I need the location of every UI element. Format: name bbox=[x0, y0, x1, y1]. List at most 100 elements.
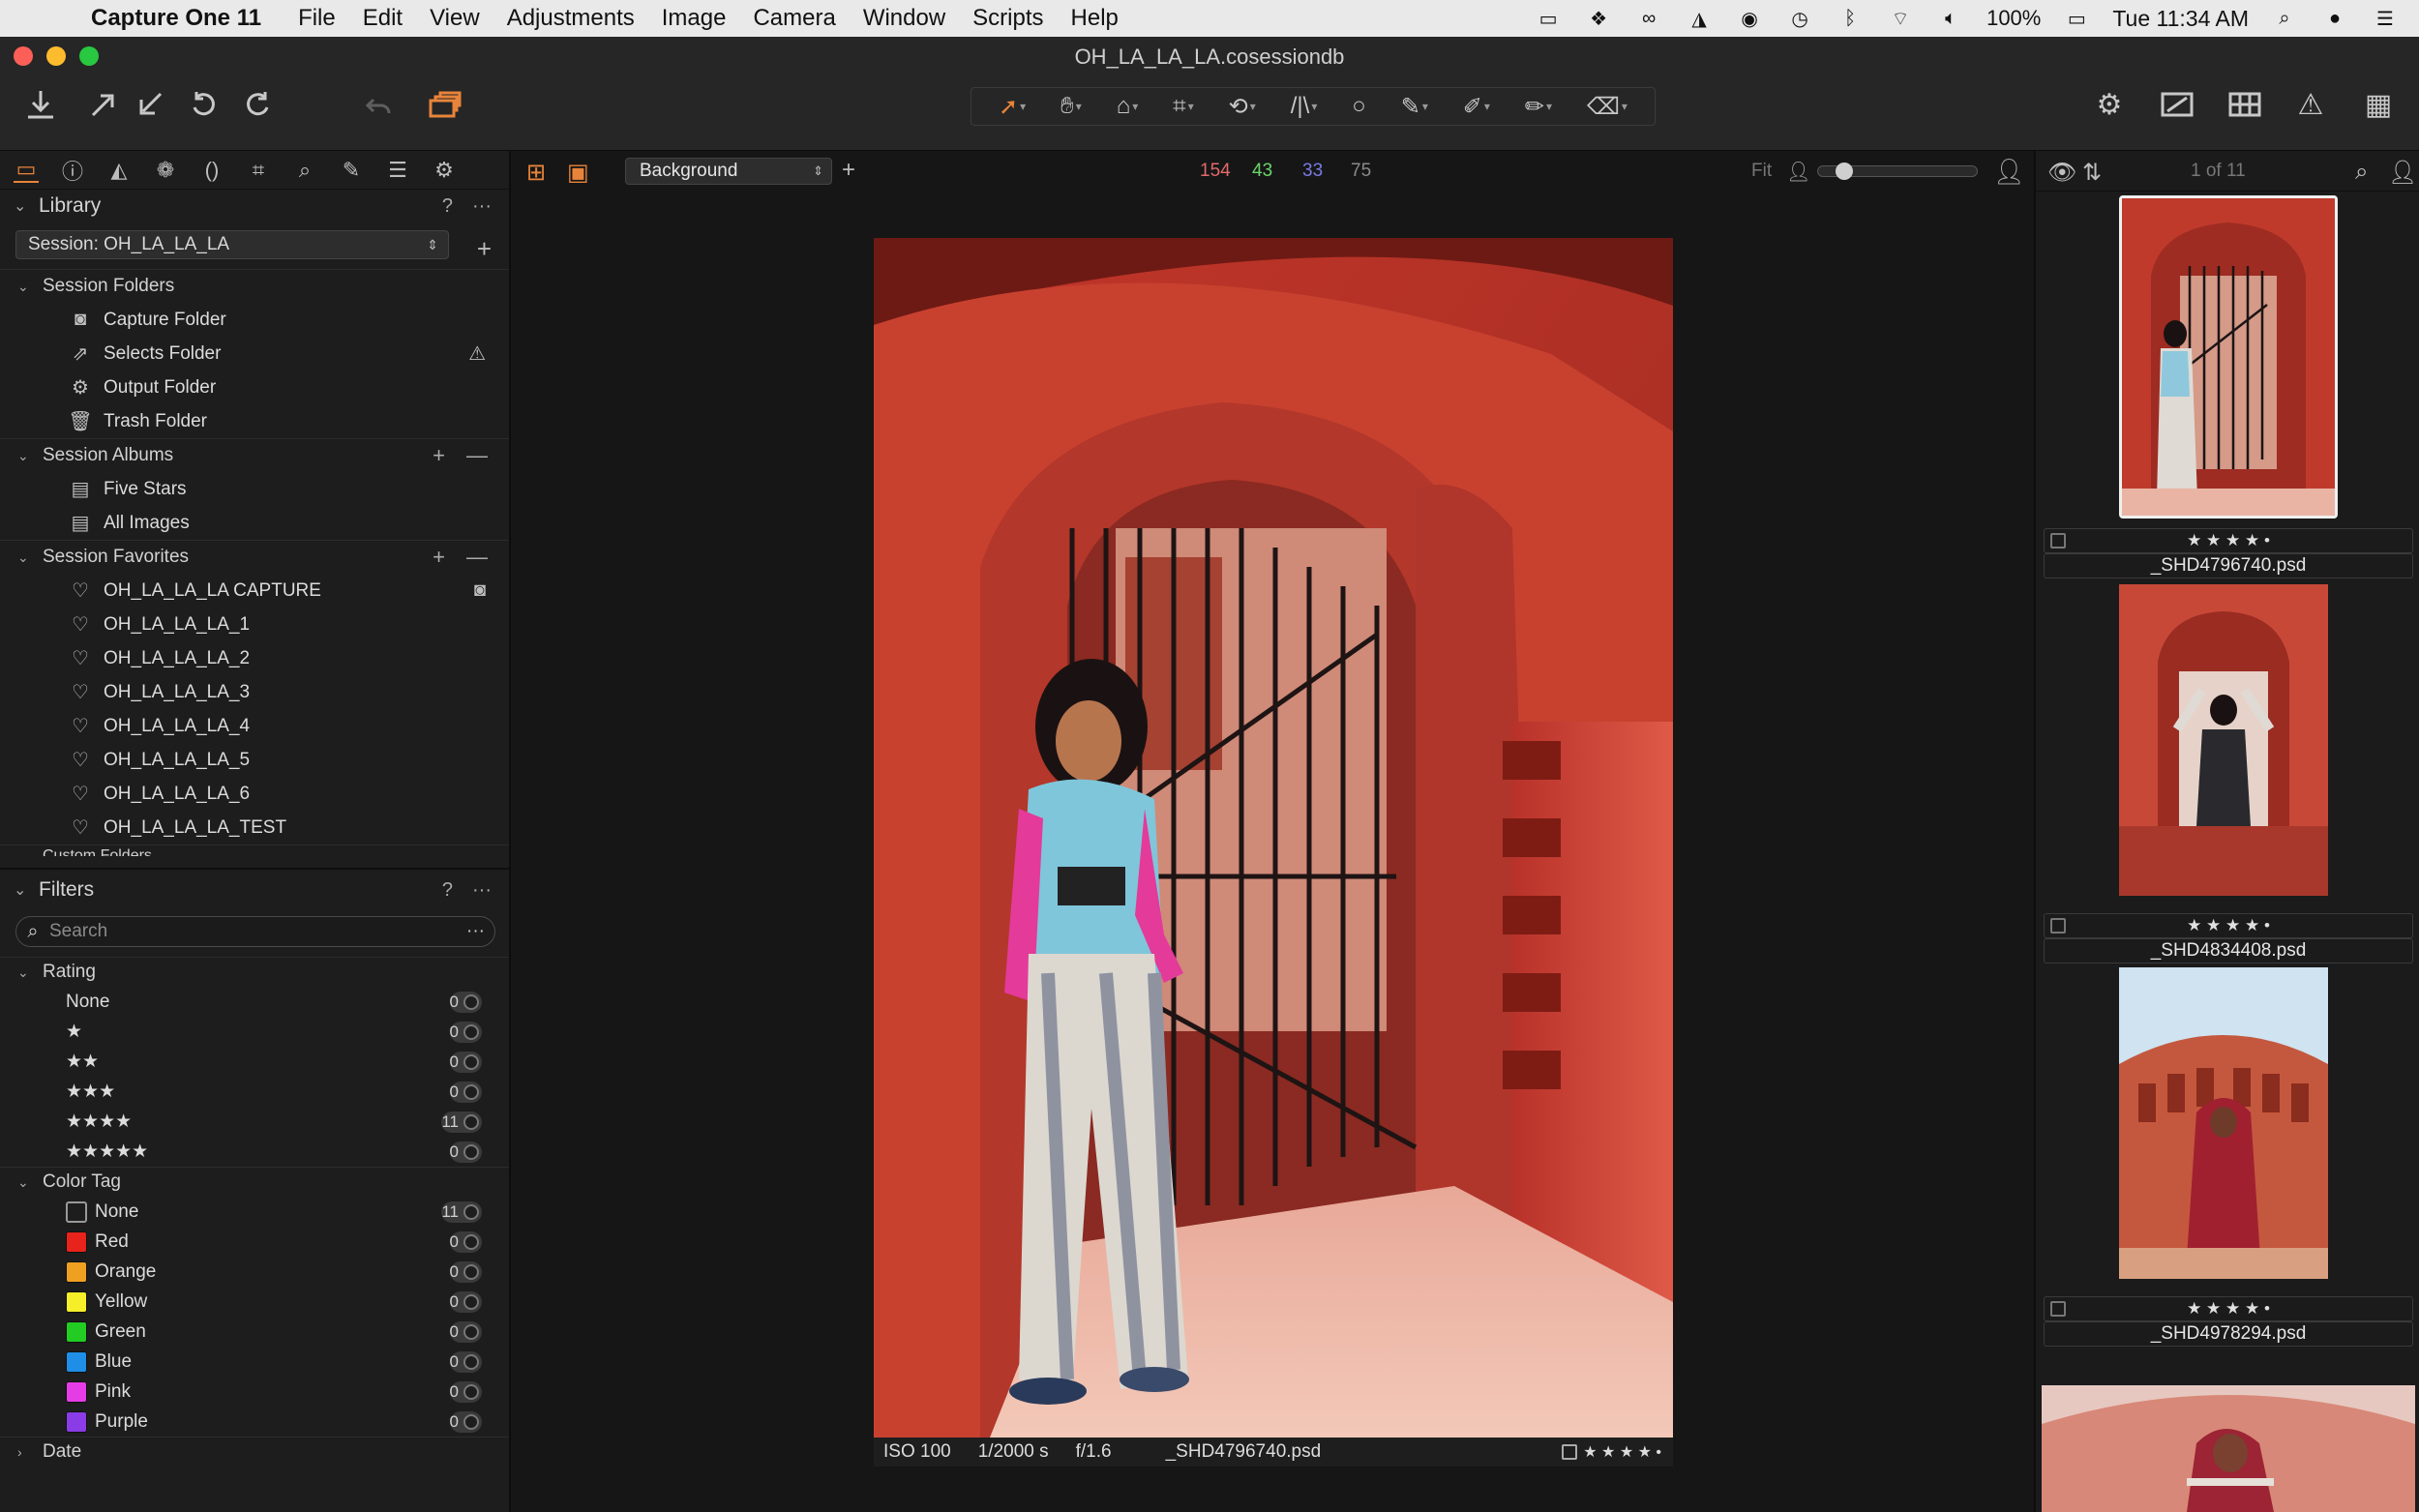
capture-icon[interactable] bbox=[87, 83, 120, 126]
sidebar-item-capture-folder[interactable]: ◙ Capture Folder bbox=[0, 303, 509, 337]
sidebar-item-selects-folder[interactable]: ⇗ Selects Folder ⚠ bbox=[0, 337, 509, 371]
sort-icon[interactable]: ⇅ bbox=[2082, 159, 2102, 187]
search-icon[interactable]: ⌕ bbox=[2355, 159, 2368, 186]
capture-tab-info-icon[interactable]: ⓘ bbox=[60, 158, 85, 184]
sidebar-item-favorite[interactable]: ♡ OH_LA_LA_LA CAPTURE ◙ bbox=[0, 574, 509, 608]
session-folders-header[interactable]: ⌄ Session Folders bbox=[0, 269, 509, 303]
notification-icon[interactable]: ☰ bbox=[2371, 7, 2400, 30]
batch-tab-gear-icon[interactable]: ⚙ bbox=[432, 158, 457, 183]
redo-icon[interactable] bbox=[242, 83, 275, 126]
local-adjustments-tab-brush-icon[interactable]: ✎ bbox=[339, 158, 364, 183]
more-icon[interactable]: ··· bbox=[472, 879, 492, 902]
add-session-button[interactable]: + bbox=[477, 234, 492, 264]
search-icon[interactable]: ⌕ bbox=[16, 921, 49, 943]
process-icon[interactable] bbox=[134, 83, 166, 126]
filter-count-badge[interactable]: 0 bbox=[449, 1021, 482, 1043]
select-checkbox[interactable] bbox=[1562, 1444, 1578, 1460]
chevron-down-icon[interactable]: ⌄ bbox=[14, 880, 29, 900]
color-tag-filter-header[interactable]: ⌄ Color Tag bbox=[0, 1167, 509, 1197]
filter-count-badge[interactable]: 0 bbox=[449, 1260, 482, 1283]
menu-window[interactable]: Window bbox=[863, 5, 945, 32]
menu-edit[interactable]: Edit bbox=[363, 5, 403, 32]
chevron-down-icon[interactable]: ⌄ bbox=[17, 549, 33, 566]
thumbnail-rating[interactable]: ★ ★ ★ ★ • bbox=[2044, 913, 2413, 938]
rotate-tool-icon[interactable]: ⟲ ▾ bbox=[1229, 93, 1256, 121]
crop-tool-icon[interactable]: ⌗ ▾ bbox=[1173, 93, 1194, 120]
menu-file[interactable]: File bbox=[298, 5, 336, 32]
menu-adjustments[interactable]: Adjustments bbox=[507, 5, 635, 32]
exposure-tab-icon[interactable]: () bbox=[199, 158, 224, 183]
add-layer-button[interactable]: + bbox=[842, 157, 855, 184]
filter-count-badge[interactable]: 0 bbox=[449, 1290, 482, 1313]
zoom-slider[interactable] bbox=[1817, 163, 1978, 180]
undo-icon[interactable] bbox=[362, 83, 395, 126]
dropbox-icon[interactable]: ❖ bbox=[1584, 7, 1613, 30]
sidebar-item-favorite[interactable]: ♡ OH_LA_LA_LA_6 bbox=[0, 777, 509, 811]
select-checkbox[interactable] bbox=[2050, 533, 2066, 548]
app-menu[interactable]: Capture One 11 bbox=[91, 5, 261, 32]
filter-count-badge[interactable]: 0 bbox=[449, 1081, 482, 1103]
person-icon[interactable]: 👤︎ bbox=[2388, 159, 2417, 187]
menu-camera[interactable]: Camera bbox=[753, 5, 835, 32]
single-view-icon[interactable]: ▣ bbox=[567, 159, 589, 187]
chevron-down-icon[interactable]: ⌄ bbox=[17, 1174, 33, 1191]
thumbnail-rating[interactable]: ★ ★ ★ ★ • bbox=[2044, 528, 2413, 553]
thumbnail-image[interactable] bbox=[2119, 967, 2328, 1279]
filter-count-badge[interactable]: 0 bbox=[449, 1141, 482, 1163]
filter-count-badge[interactable]: 0 bbox=[449, 1320, 482, 1343]
keystone-tool-icon[interactable]: /|\ ▾ bbox=[1291, 93, 1318, 120]
sidebar-item-favorite[interactable]: ♡ OH_LA_LA_LA_2 bbox=[0, 641, 509, 675]
session-select[interactable]: Session: OH_LA_LA_LA ⇕ bbox=[15, 230, 449, 259]
color-tag-filter-row[interactable]: Orange 0 bbox=[0, 1257, 509, 1287]
rating-filter-row[interactable]: ★★★★ 11 bbox=[0, 1107, 509, 1137]
eye-icon[interactable]: 👁︎ bbox=[2047, 159, 2076, 187]
composition-tab-crop-icon[interactable]: ⌗ bbox=[246, 158, 271, 183]
thumbnail-image-partial[interactable] bbox=[2042, 1385, 2415, 1512]
menu-scripts[interactable]: Scripts bbox=[972, 5, 1043, 32]
caption-rating-stars[interactable]: ★ ★ ★ ★ • bbox=[1583, 1442, 1661, 1462]
remove-album-button[interactable]: — bbox=[466, 443, 488, 468]
main-photo[interactable] bbox=[874, 238, 1673, 1438]
creative-cloud-icon[interactable]: ∞ bbox=[1634, 7, 1663, 30]
chevron-right-icon[interactable]: › bbox=[17, 1444, 33, 1460]
select-checkbox[interactable] bbox=[2050, 918, 2066, 934]
battery-icon[interactable]: ▭ bbox=[2062, 7, 2091, 30]
sidebar-item-five-stars[interactable]: ▤ Five Stars bbox=[0, 472, 509, 506]
filter-search-input[interactable]: ⌕ Search ··· bbox=[15, 916, 495, 947]
thumbnail-stars[interactable]: ★ ★ ★ ★ • bbox=[2187, 916, 2270, 935]
eraser-tool-icon[interactable]: ⌫ ▾ bbox=[1587, 93, 1628, 121]
loupe-tool-icon[interactable]: ⌂ ▾ bbox=[1117, 93, 1139, 120]
warning-triangle-icon[interactable]: ⚠ bbox=[2293, 83, 2328, 126]
import-icon[interactable] bbox=[21, 83, 60, 126]
sidebar-item-favorite[interactable]: ♡ OH_LA_LA_LA_TEST bbox=[0, 811, 509, 845]
color-tag-filter-row[interactable]: Blue 0 bbox=[0, 1347, 509, 1377]
add-album-button[interactable]: + bbox=[433, 443, 445, 468]
layer-select[interactable]: Background ⇕ bbox=[625, 158, 832, 185]
help-icon[interactable]: ? bbox=[442, 195, 453, 218]
white-balance-picker-icon[interactable]: ✐ ▾ bbox=[1463, 93, 1490, 121]
thumbnail-image-selected[interactable] bbox=[2119, 195, 2338, 519]
color-picker-tool-icon[interactable]: ✎ ▾ bbox=[1401, 93, 1428, 121]
search-options-icon[interactable]: ··· bbox=[466, 921, 485, 942]
session-albums-header[interactable]: ⌄ Session Albums + — bbox=[0, 438, 509, 472]
remove-favorite-button[interactable]: — bbox=[466, 545, 488, 570]
chevron-down-icon[interactable]: ⌄ bbox=[17, 448, 33, 464]
sidebar-item-output-folder[interactable]: ⚙ Output Folder bbox=[0, 371, 509, 404]
date-filter-header[interactable]: › Date bbox=[0, 1437, 509, 1467]
color-tag-filter-row[interactable]: Pink 0 bbox=[0, 1377, 509, 1407]
filter-count-badge[interactable]: 0 bbox=[449, 1410, 482, 1433]
thumbnail-stars[interactable]: ★ ★ ★ ★ • bbox=[2187, 531, 2270, 550]
color-tag-filter-row[interactable]: None 11 bbox=[0, 1197, 509, 1227]
wifi-icon[interactable]: ⌔ bbox=[1886, 7, 1915, 30]
filter-count-badge[interactable]: 0 bbox=[449, 1051, 482, 1073]
session-favorites-header[interactable]: ⌄ Session Favorites + — bbox=[0, 540, 509, 574]
rating-filter-row[interactable]: ★★★★★ 0 bbox=[0, 1137, 509, 1167]
zoom-slider-handle[interactable] bbox=[1836, 163, 1853, 180]
bluetooth-icon[interactable]: ᛒ bbox=[1836, 7, 1865, 30]
warning-icon[interactable]: ⚠ bbox=[468, 341, 486, 366]
time-machine-icon[interactable]: ◷ bbox=[1785, 7, 1814, 30]
app-icon[interactable]: ◮ bbox=[1685, 7, 1714, 30]
filter-count-badge[interactable]: 11 bbox=[441, 1201, 482, 1223]
variants-icon[interactable] bbox=[426, 83, 464, 126]
zoom-fit-label[interactable]: Fit bbox=[1751, 161, 1772, 182]
